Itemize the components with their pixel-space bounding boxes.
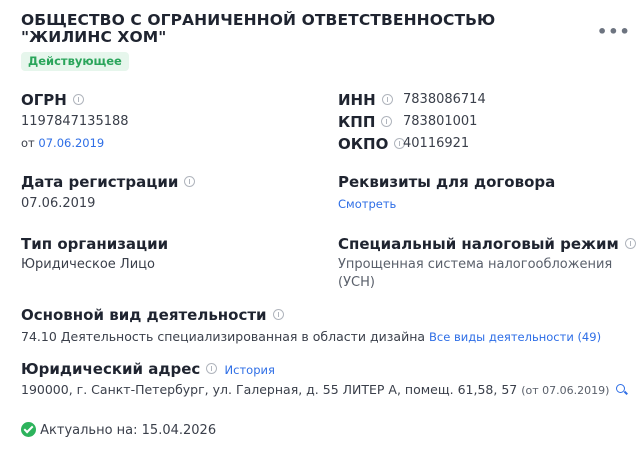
activity-info-icon[interactable]: [272, 309, 284, 320]
tax-regime-value: Упрощенная система налогообложения (УСН): [338, 257, 612, 290]
ogrn-date-link[interactable]: 07.06.2019: [38, 136, 104, 150]
actual-row: Актуально на: 15.04.2026: [21, 422, 217, 438]
status-badge: Действующее: [21, 52, 129, 71]
activity-label: Основной вид деятельности: [21, 306, 284, 324]
inn-info-icon[interactable]: [381, 94, 393, 105]
ogrn-label: ОГРН: [21, 91, 84, 109]
company-name: ОБЩЕСТВО С ОГРАНИЧЕННОЙ ОТВЕТСТВЕННОСТЬЮ…: [21, 12, 495, 46]
company-name-line2: "ЖИЛИНС ХОМ": [21, 28, 167, 46]
ogrn-info-icon[interactable]: [72, 94, 84, 105]
requisites-link[interactable]: Смотреть: [338, 197, 396, 211]
address-value: 190000, г. Санкт-Петербург, ул. Галерная…: [21, 382, 518, 397]
tax-regime-line1: Упрощенная система налогообложения: [338, 257, 613, 272]
activity-row: 74.10 Деятельность специализированная в …: [21, 329, 601, 344]
address-since: (от 07.06.2019): [521, 384, 610, 397]
address-row: 190000, г. Санкт-Петербург, ул. Галерная…: [21, 382, 626, 397]
registration-value: 07.06.2019: [21, 196, 96, 211]
more-options-icon[interactable]: •••: [597, 22, 631, 41]
activity-value: 74.10 Деятельность специализированная в …: [21, 329, 426, 344]
inn-label: ИНН: [338, 91, 393, 109]
all-activities-link[interactable]: Все виды деятельности (49): [429, 330, 601, 344]
org-type-value: Юридическое Лицо: [21, 257, 155, 272]
tax-regime-info-icon[interactable]: [624, 238, 636, 249]
check-circle-icon: [21, 422, 36, 437]
tax-regime-label: Специальный налоговый режим: [338, 235, 636, 253]
address-info-icon[interactable]: [206, 363, 218, 374]
kpp-label: КПП: [338, 113, 393, 131]
org-type-label: Тип организации: [21, 235, 169, 253]
search-icon[interactable]: [616, 384, 626, 393]
tax-regime-line2: (УСН): [338, 275, 375, 290]
kpp-value: 783801001: [403, 114, 478, 129]
company-name-line1: ОБЩЕСТВО С ОГРАНИЧЕННОЙ ОТВЕТСТВЕННОСТЬЮ: [21, 11, 496, 29]
registration-label: Дата регистрации: [21, 173, 196, 191]
inn-value: 7838086714: [403, 92, 486, 107]
kpp-info-icon[interactable]: [381, 116, 393, 127]
ogrn-value: 1197847135188: [21, 114, 129, 129]
requisites-label: Реквизиты для договора: [338, 173, 556, 191]
actual-date: Актуально на: 15.04.2026: [40, 423, 217, 438]
okpo-label: ОКПО: [338, 135, 406, 153]
address-history-link[interactable]: История: [225, 363, 275, 377]
registration-info-icon[interactable]: [184, 176, 196, 187]
ogrn-date: от 07.06.2019: [21, 136, 105, 150]
address-label: Юридический адрес История: [21, 360, 275, 378]
okpo-value: 40116921: [403, 136, 470, 151]
